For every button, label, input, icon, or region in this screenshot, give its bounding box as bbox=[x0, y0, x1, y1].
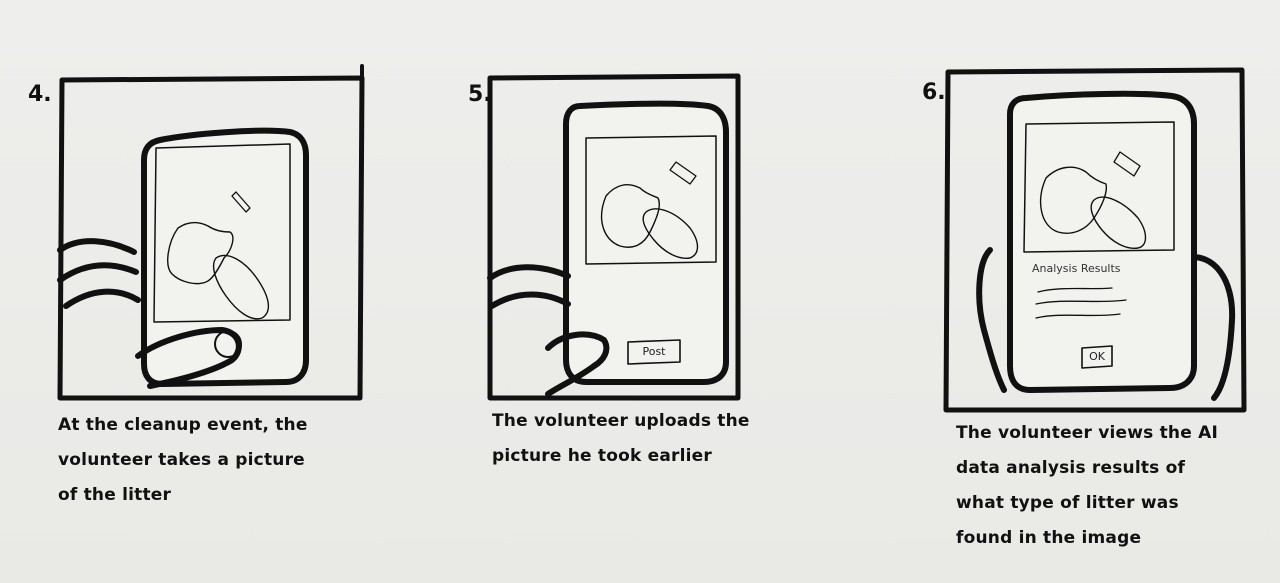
ok-button[interactable]: OK bbox=[1082, 350, 1112, 363]
analysis-results-title: Analysis Results bbox=[1032, 262, 1121, 275]
panel-6-caption: The volunteer views the AI data analysis… bbox=[956, 423, 1218, 548]
